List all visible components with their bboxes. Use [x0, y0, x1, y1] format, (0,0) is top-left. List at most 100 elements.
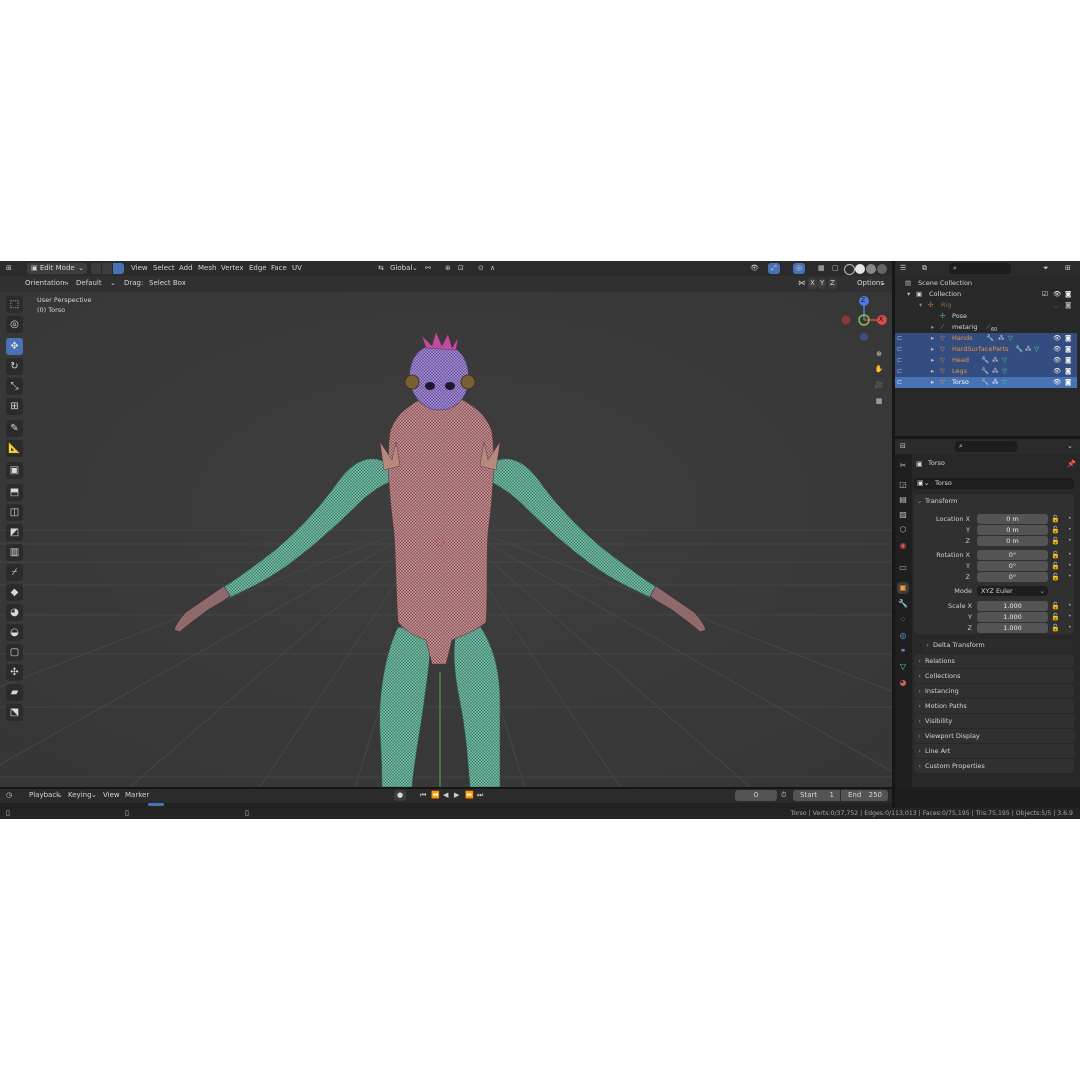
add-cube-tool-icon[interactable]: ▣ — [6, 462, 23, 479]
outliner-metarig[interactable]: ▸ ⟋ metarig ⟋ 60 — [895, 322, 1077, 333]
scale-z-field[interactable]: 1.000 — [977, 623, 1048, 633]
menu-uv[interactable]: UV — [292, 263, 302, 274]
outliner-search-input[interactable]: ⌕ — [949, 263, 1011, 274]
stopwatch-icon[interactable]: ⏱ — [781, 789, 786, 802]
modifier-tab-icon[interactable]: 🔧 — [897, 598, 909, 610]
scale-x-field[interactable]: 1.000 — [977, 601, 1048, 611]
lock-icon[interactable]: 🔓 — [1051, 572, 1060, 582]
eye-icon[interactable]: 👁 — [1053, 344, 1061, 355]
render-camera-icon[interactable]: ◙ — [1065, 377, 1071, 388]
scale-y-field[interactable]: 1.000 — [977, 612, 1048, 622]
shading-wireframe-icon[interactable] — [844, 264, 855, 275]
cursor-tool-icon[interactable]: ◎ — [6, 316, 23, 333]
bevel-tool-icon[interactable]: ◩ — [6, 524, 23, 541]
scene-tab-icon[interactable]: ⬡ — [897, 524, 909, 536]
rotation-y-field[interactable]: 0° — [977, 561, 1048, 571]
menu-keying[interactable]: Keying — [68, 790, 92, 801]
lock-icon[interactable]: 🔓 — [1051, 525, 1060, 535]
3d-viewport[interactable]: User Perspective (0) Torso Z X ⊕ ✋ 🎥 ▦ — [0, 292, 892, 787]
eye-icon[interactable]: 👁 — [1053, 333, 1061, 344]
keyframe-dot-icon[interactable]: • — [1068, 623, 1072, 633]
menu-view[interactable]: View — [131, 263, 148, 274]
view-layer-tab-icon[interactable]: ▨ — [897, 509, 909, 521]
new-collection-icon[interactable]: ⊞ — [1065, 262, 1071, 275]
timeline-editor-icon[interactable]: ◷ — [6, 789, 12, 802]
outliner-pose[interactable]: ✢ Pose — [895, 311, 1077, 322]
scale-tool-icon[interactable]: ⤡ — [6, 378, 23, 395]
playhead-marker[interactable] — [148, 803, 164, 806]
keyframe-dot-icon[interactable]: • — [1068, 514, 1072, 524]
transform-panel-header[interactable]: ⌄ Transform — [914, 494, 1074, 508]
eye-icon[interactable]: 👁 — [1053, 289, 1061, 300]
snap-icon[interactable]: ⊛ — [445, 262, 451, 275]
play-icon[interactable]: ▶ — [454, 789, 459, 802]
lock-icon[interactable]: 🔓 — [1051, 601, 1060, 611]
eye-icon[interactable]: 👁 — [1053, 366, 1061, 377]
menu-face[interactable]: Face — [271, 263, 287, 274]
keyframe-dot-icon[interactable]: • — [1068, 536, 1072, 546]
display-mode-icon[interactable]: ⧉ — [922, 262, 927, 275]
viewport-display-panel[interactable]: › Viewport Display — [914, 729, 1074, 743]
annotate-tool-icon[interactable]: ✎ — [6, 420, 23, 437]
rip-region-tool-icon[interactable]: ⬔ — [6, 704, 23, 721]
menu-playback[interactable]: Playback — [29, 790, 60, 801]
auto-keying-button[interactable]: ● — [394, 790, 407, 801]
jump-end-icon[interactable]: ⏭ — [477, 789, 483, 802]
knife-tool-icon[interactable]: ⌿ — [6, 564, 23, 581]
outliner-editor-icon[interactable]: ☰ — [900, 262, 906, 275]
start-frame-field[interactable]: Start 1 — [793, 790, 840, 801]
menu-timeline-view[interactable]: View — [103, 790, 120, 801]
vertex-select-icon[interactable] — [91, 263, 101, 274]
properties-editor-icon[interactable]: ⊟ — [900, 440, 906, 453]
inset-tool-icon[interactable]: ◫ — [6, 504, 23, 521]
material-tab-icon[interactable]: ◕ — [897, 677, 909, 689]
render-camera-icon[interactable]: ◙ — [1065, 300, 1071, 311]
area-separator-vertical[interactable] — [892, 261, 895, 808]
shading-solid-icon[interactable] — [855, 264, 865, 274]
rotation-x-field[interactable]: 0° — [977, 550, 1048, 560]
area-separator-horizontal[interactable] — [895, 436, 1080, 439]
particles-tab-icon[interactable]: ⁘ — [897, 614, 909, 626]
pan-hand-icon[interactable]: ✋ — [873, 363, 885, 376]
edge-select-icon[interactable] — [102, 263, 112, 274]
lock-icon[interactable]: 🔓 — [1051, 612, 1060, 622]
checkbox-icon[interactable]: ☑ — [1042, 289, 1048, 300]
shading-material-icon[interactable] — [866, 264, 876, 274]
world-tab-icon[interactable]: ◉ — [897, 540, 909, 552]
transform-orientation-dropdown[interactable]: Global — [390, 263, 412, 274]
delta-transform-subpanel[interactable]: › Delta Transform — [922, 639, 1072, 652]
transform-tool-icon[interactable]: ⊞ — [6, 398, 23, 415]
orientation-dropdown[interactable]: Default — [76, 278, 102, 289]
lock-icon[interactable]: 🔓 — [1051, 514, 1060, 524]
mesh-overlay-icon[interactable]: ▦ — [818, 262, 825, 275]
shear-tool-icon[interactable]: ▰ — [6, 684, 23, 701]
edge-slide-tool-icon[interactable]: ▢ — [6, 644, 23, 661]
navigation-gizmo[interactable]: Z X — [838, 296, 892, 346]
lock-icon[interactable]: 🔓 — [1051, 561, 1060, 571]
area-separator-timeline[interactable] — [0, 787, 892, 789]
location-z-field[interactable]: 0 m — [977, 536, 1048, 546]
play-reverse-icon[interactable]: ◀ — [443, 789, 448, 802]
end-frame-field[interactable]: End 250 — [841, 790, 888, 801]
pin-icon[interactable]: 📌 — [1067, 458, 1076, 470]
keyframe-dot-icon[interactable]: • — [1068, 561, 1072, 571]
menu-marker[interactable]: Marker — [125, 790, 149, 801]
render-camera-icon[interactable]: ◙ — [1065, 289, 1071, 300]
xray-icon[interactable]: ▢ — [832, 262, 839, 275]
shading-rendered-icon[interactable] — [877, 264, 887, 274]
outliner-rig[interactable]: ▾ ✣ Rig ◡ ◙ — [895, 300, 1077, 311]
tool-tab-icon[interactable]: ✂ — [897, 460, 909, 472]
outliner-scene-collection[interactable]: ▤ Scene Collection — [895, 278, 1077, 289]
eye-icon[interactable]: 👁 — [1053, 355, 1061, 366]
data-tab-icon[interactable]: ▽ — [897, 661, 909, 673]
visibility-panel[interactable]: › Visibility — [914, 714, 1074, 728]
loop-cut-tool-icon[interactable]: ▥ — [6, 544, 23, 561]
custom-properties-panel[interactable]: › Custom Properties — [914, 759, 1074, 773]
proportional-edit-icon[interactable]: ⊙ — [478, 262, 484, 275]
spin-tool-icon[interactable]: ◕ — [6, 604, 23, 621]
menu-vertex[interactable]: Vertex — [221, 263, 244, 274]
mirror-y-toggle[interactable]: Y — [818, 278, 827, 289]
mirror-z-toggle[interactable]: Z — [828, 278, 837, 289]
drag-dropdown[interactable]: Select Box — [149, 278, 186, 289]
menu-mesh[interactable]: Mesh — [198, 263, 216, 274]
